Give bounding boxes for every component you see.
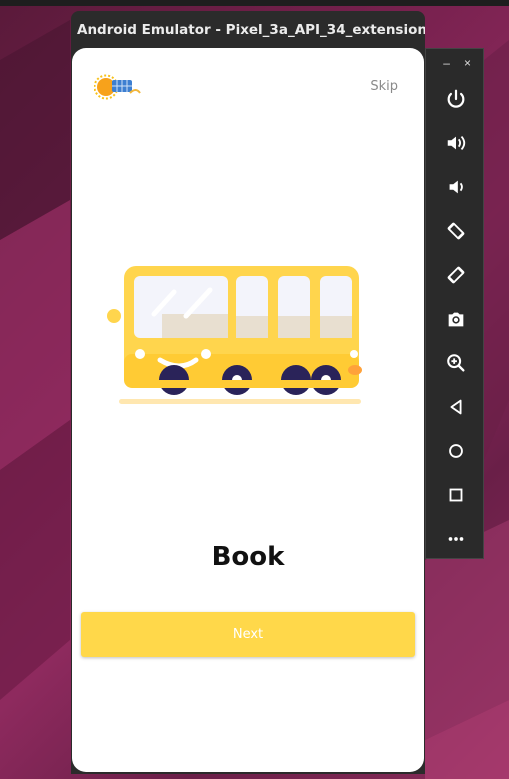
page-title: Book	[211, 542, 285, 572]
volume-up-button[interactable]	[426, 121, 485, 165]
minimize-button[interactable]: –	[443, 56, 450, 70]
overview-button[interactable]	[426, 473, 485, 517]
window-title: Android Emulator - Pixel_3a_API_34_exten…	[77, 22, 425, 38]
back-button[interactable]	[426, 385, 485, 429]
camera-icon	[448, 312, 463, 327]
power-icon	[447, 89, 464, 108]
more-button[interactable]	[426, 517, 485, 561]
phone-screen: Skip Book Next	[72, 48, 424, 772]
home-button[interactable]	[426, 429, 485, 473]
emulator-side-toolbar: – ×	[425, 48, 484, 559]
volume-down-icon	[449, 180, 463, 194]
more-icon	[448, 537, 463, 541]
home-icon	[448, 444, 463, 458]
zoom-icon	[446, 354, 465, 372]
screenshot-button[interactable]	[426, 297, 485, 341]
overview-icon	[449, 488, 462, 502]
next-button[interactable]: Next	[81, 612, 415, 657]
volume-down-button[interactable]	[426, 165, 485, 209]
bus-illustration	[107, 266, 362, 404]
back-icon	[450, 399, 461, 415]
rotate-right-button[interactable]	[426, 253, 485, 297]
power-button[interactable]	[426, 77, 485, 121]
rotate-left-icon	[447, 222, 464, 240]
zoom-button[interactable]	[426, 341, 485, 385]
toolbar-window-controls: – ×	[426, 49, 483, 77]
emulator-window: Android Emulator - Pixel_3a_API_34_exten…	[71, 11, 425, 774]
volume-up-icon	[447, 135, 465, 151]
close-button[interactable]: ×	[464, 56, 471, 70]
skip-link[interactable]: Skip	[370, 79, 398, 94]
rotate-right-icon	[447, 266, 464, 284]
app-logo	[94, 74, 141, 100]
rotate-left-button[interactable]	[426, 209, 485, 253]
